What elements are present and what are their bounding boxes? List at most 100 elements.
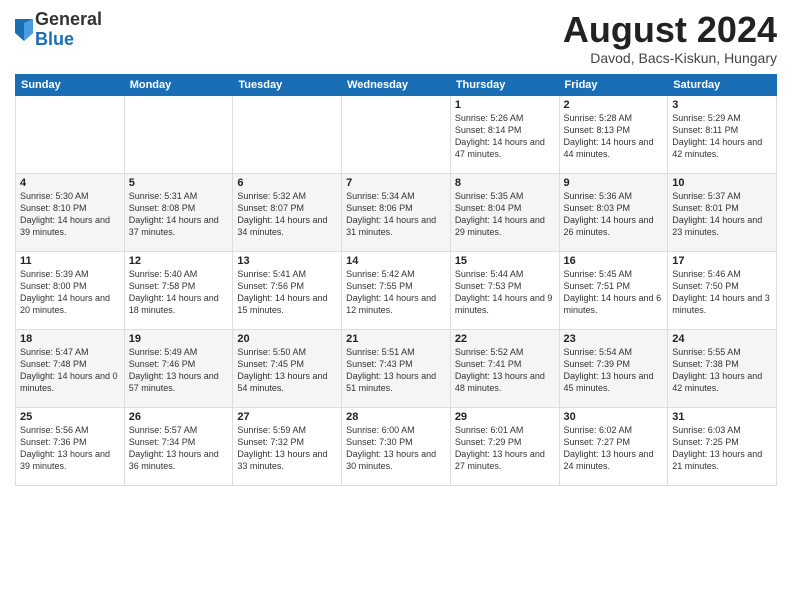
table-row: [16, 95, 125, 173]
day-info: Sunrise: 5:31 AM Sunset: 8:08 PM Dayligh…: [129, 190, 229, 239]
day-number: 25: [20, 411, 120, 423]
table-row: 18Sunrise: 5:47 AM Sunset: 7:48 PM Dayli…: [16, 329, 125, 407]
day-number: 28: [346, 411, 446, 423]
title-block: August 2024 Davod, Bacs-Kiskun, Hungary: [563, 10, 777, 66]
table-row: [233, 95, 342, 173]
day-info: Sunrise: 6:00 AM Sunset: 7:30 PM Dayligh…: [346, 424, 446, 473]
day-info: Sunrise: 5:52 AM Sunset: 7:41 PM Dayligh…: [455, 346, 555, 395]
day-info: Sunrise: 5:49 AM Sunset: 7:46 PM Dayligh…: [129, 346, 229, 395]
table-row: 9Sunrise: 5:36 AM Sunset: 8:03 PM Daylig…: [559, 173, 668, 251]
week-row-0: 1Sunrise: 5:26 AM Sunset: 8:14 PM Daylig…: [16, 95, 777, 173]
week-row-1: 4Sunrise: 5:30 AM Sunset: 8:10 PM Daylig…: [16, 173, 777, 251]
table-row: 22Sunrise: 5:52 AM Sunset: 7:41 PM Dayli…: [450, 329, 559, 407]
day-number: 9: [564, 177, 664, 189]
table-row: 24Sunrise: 5:55 AM Sunset: 7:38 PM Dayli…: [668, 329, 777, 407]
table-row: 30Sunrise: 6:02 AM Sunset: 7:27 PM Dayli…: [559, 407, 668, 485]
table-row: [124, 95, 233, 173]
day-info: Sunrise: 5:32 AM Sunset: 8:07 PM Dayligh…: [237, 190, 337, 239]
table-row: 29Sunrise: 6:01 AM Sunset: 7:29 PM Dayli…: [450, 407, 559, 485]
day-info: Sunrise: 5:35 AM Sunset: 8:04 PM Dayligh…: [455, 190, 555, 239]
week-row-3: 18Sunrise: 5:47 AM Sunset: 7:48 PM Dayli…: [16, 329, 777, 407]
day-info: Sunrise: 6:01 AM Sunset: 7:29 PM Dayligh…: [455, 424, 555, 473]
calendar-table: Sunday Monday Tuesday Wednesday Thursday…: [15, 74, 777, 486]
table-row: 1Sunrise: 5:26 AM Sunset: 8:14 PM Daylig…: [450, 95, 559, 173]
day-info: Sunrise: 5:54 AM Sunset: 7:39 PM Dayligh…: [564, 346, 664, 395]
table-row: 19Sunrise: 5:49 AM Sunset: 7:46 PM Dayli…: [124, 329, 233, 407]
table-row: 31Sunrise: 6:03 AM Sunset: 7:25 PM Dayli…: [668, 407, 777, 485]
week-row-2: 11Sunrise: 5:39 AM Sunset: 8:00 PM Dayli…: [16, 251, 777, 329]
day-info: Sunrise: 5:55 AM Sunset: 7:38 PM Dayligh…: [672, 346, 772, 395]
day-number: 6: [237, 177, 337, 189]
day-number: 20: [237, 333, 337, 345]
table-row: 4Sunrise: 5:30 AM Sunset: 8:10 PM Daylig…: [16, 173, 125, 251]
table-row: 23Sunrise: 5:54 AM Sunset: 7:39 PM Dayli…: [559, 329, 668, 407]
day-info: Sunrise: 5:41 AM Sunset: 7:56 PM Dayligh…: [237, 268, 337, 317]
table-row: 20Sunrise: 5:50 AM Sunset: 7:45 PM Dayli…: [233, 329, 342, 407]
logo-icon: [15, 19, 33, 41]
day-number: 11: [20, 255, 120, 267]
table-row: [342, 95, 451, 173]
table-row: 10Sunrise: 5:37 AM Sunset: 8:01 PM Dayli…: [668, 173, 777, 251]
day-info: Sunrise: 5:46 AM Sunset: 7:50 PM Dayligh…: [672, 268, 772, 317]
header-row: Sunday Monday Tuesday Wednesday Thursday…: [16, 74, 777, 95]
day-info: Sunrise: 5:30 AM Sunset: 8:10 PM Dayligh…: [20, 190, 120, 239]
day-number: 1: [455, 99, 555, 111]
col-tuesday: Tuesday: [233, 74, 342, 95]
day-number: 15: [455, 255, 555, 267]
day-number: 14: [346, 255, 446, 267]
table-row: 15Sunrise: 5:44 AM Sunset: 7:53 PM Dayli…: [450, 251, 559, 329]
day-number: 5: [129, 177, 229, 189]
day-info: Sunrise: 5:37 AM Sunset: 8:01 PM Dayligh…: [672, 190, 772, 239]
day-info: Sunrise: 5:40 AM Sunset: 7:58 PM Dayligh…: [129, 268, 229, 317]
table-row: 3Sunrise: 5:29 AM Sunset: 8:11 PM Daylig…: [668, 95, 777, 173]
day-info: Sunrise: 5:56 AM Sunset: 7:36 PM Dayligh…: [20, 424, 120, 473]
logo-blue: Blue: [35, 30, 102, 50]
day-info: Sunrise: 5:51 AM Sunset: 7:43 PM Dayligh…: [346, 346, 446, 395]
col-friday: Friday: [559, 74, 668, 95]
col-wednesday: Wednesday: [342, 74, 451, 95]
day-number: 24: [672, 333, 772, 345]
day-number: 29: [455, 411, 555, 423]
day-number: 26: [129, 411, 229, 423]
table-row: 28Sunrise: 6:00 AM Sunset: 7:30 PM Dayli…: [342, 407, 451, 485]
day-info: Sunrise: 5:42 AM Sunset: 7:55 PM Dayligh…: [346, 268, 446, 317]
day-number: 8: [455, 177, 555, 189]
table-row: 26Sunrise: 5:57 AM Sunset: 7:34 PM Dayli…: [124, 407, 233, 485]
day-info: Sunrise: 5:47 AM Sunset: 7:48 PM Dayligh…: [20, 346, 120, 395]
table-row: 6Sunrise: 5:32 AM Sunset: 8:07 PM Daylig…: [233, 173, 342, 251]
col-thursday: Thursday: [450, 74, 559, 95]
day-number: 3: [672, 99, 772, 111]
day-number: 2: [564, 99, 664, 111]
logo-text: General Blue: [35, 10, 102, 50]
day-number: 4: [20, 177, 120, 189]
table-row: 8Sunrise: 5:35 AM Sunset: 8:04 PM Daylig…: [450, 173, 559, 251]
day-number: 23: [564, 333, 664, 345]
day-info: Sunrise: 5:29 AM Sunset: 8:11 PM Dayligh…: [672, 112, 772, 161]
table-row: 17Sunrise: 5:46 AM Sunset: 7:50 PM Dayli…: [668, 251, 777, 329]
day-number: 7: [346, 177, 446, 189]
day-info: Sunrise: 6:03 AM Sunset: 7:25 PM Dayligh…: [672, 424, 772, 473]
day-number: 30: [564, 411, 664, 423]
day-number: 21: [346, 333, 446, 345]
day-number: 12: [129, 255, 229, 267]
table-row: 7Sunrise: 5:34 AM Sunset: 8:06 PM Daylig…: [342, 173, 451, 251]
day-info: Sunrise: 5:36 AM Sunset: 8:03 PM Dayligh…: [564, 190, 664, 239]
table-row: 16Sunrise: 5:45 AM Sunset: 7:51 PM Dayli…: [559, 251, 668, 329]
day-info: Sunrise: 5:26 AM Sunset: 8:14 PM Dayligh…: [455, 112, 555, 161]
day-number: 31: [672, 411, 772, 423]
day-number: 16: [564, 255, 664, 267]
table-row: 13Sunrise: 5:41 AM Sunset: 7:56 PM Dayli…: [233, 251, 342, 329]
table-row: 14Sunrise: 5:42 AM Sunset: 7:55 PM Dayli…: [342, 251, 451, 329]
day-number: 17: [672, 255, 772, 267]
day-info: Sunrise: 5:59 AM Sunset: 7:32 PM Dayligh…: [237, 424, 337, 473]
table-row: 11Sunrise: 5:39 AM Sunset: 8:00 PM Dayli…: [16, 251, 125, 329]
month-title: August 2024: [563, 10, 777, 50]
day-info: Sunrise: 5:28 AM Sunset: 8:13 PM Dayligh…: [564, 112, 664, 161]
logo: General Blue: [15, 10, 102, 50]
location: Davod, Bacs-Kiskun, Hungary: [563, 50, 777, 66]
day-info: Sunrise: 5:34 AM Sunset: 8:06 PM Dayligh…: [346, 190, 446, 239]
header: General Blue August 2024 Davod, Bacs-Kis…: [15, 10, 777, 66]
col-saturday: Saturday: [668, 74, 777, 95]
table-row: 12Sunrise: 5:40 AM Sunset: 7:58 PM Dayli…: [124, 251, 233, 329]
logo-general: General: [35, 10, 102, 30]
